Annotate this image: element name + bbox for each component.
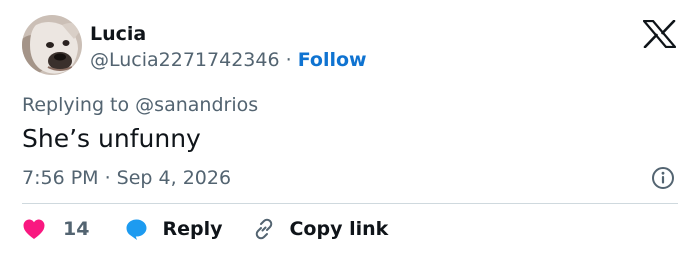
reply-mention-link[interactable]: @sanandrios	[135, 94, 258, 116]
reply-button[interactable]: Reply	[125, 216, 222, 242]
heart-icon	[22, 218, 46, 240]
copy-link-label: Copy link	[289, 218, 389, 240]
replying-to-prefix: Replying to	[22, 94, 130, 116]
handle-separator: ·	[285, 49, 292, 71]
copy-link-button[interactable]: Copy link	[252, 216, 388, 242]
handle-row: @Lucia2271742346 · Follow	[90, 48, 367, 72]
like-count: 14	[63, 218, 90, 240]
user-name[interactable]: Lucia	[90, 22, 146, 46]
divider	[22, 203, 678, 204]
link-icon	[252, 217, 276, 241]
user-handle[interactable]: @Lucia2271742346	[90, 49, 280, 71]
info-icon[interactable]	[651, 166, 675, 190]
action-bar: 14 Reply Copy link	[22, 216, 388, 242]
reply-label: Reply	[162, 218, 223, 240]
replying-to: Replying to @sanandrios	[22, 93, 258, 117]
bulldog-avatar-image	[22, 15, 82, 75]
tweet-text: She’s unfunny	[22, 124, 201, 153]
tweet-timestamp[interactable]: 7:56 PM · Sep 4, 2026	[22, 166, 231, 190]
like-button[interactable]: 14	[22, 216, 89, 242]
x-logo-icon[interactable]	[642, 19, 677, 49]
reply-bubble-icon	[125, 217, 149, 241]
avatar[interactable]	[22, 15, 82, 75]
follow-button[interactable]: Follow	[298, 49, 367, 71]
